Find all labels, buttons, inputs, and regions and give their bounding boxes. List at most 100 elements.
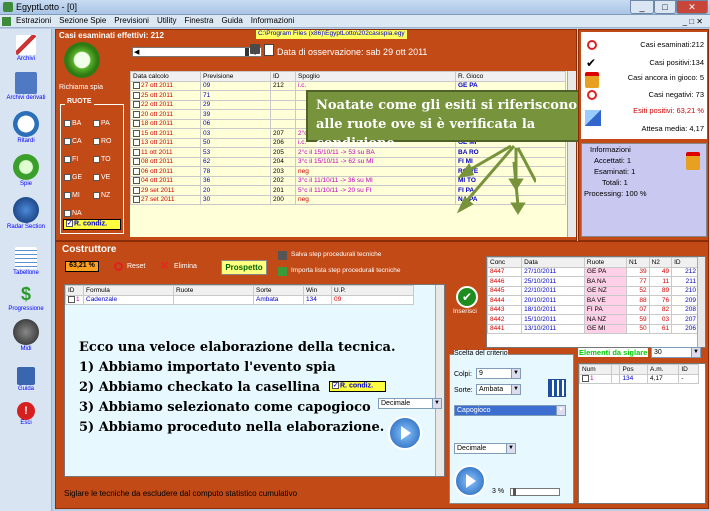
row-checkbox[interactable] — [133, 158, 140, 166]
col-up[interactable]: U.P. — [331, 285, 414, 296]
sidebar-item-radar[interactable]: Radar Section — [0, 197, 52, 230]
ruota-checkbox-ba[interactable]: BA — [64, 115, 93, 133]
save-icon[interactable] — [250, 44, 260, 54]
delete-icon[interactable]: ✕ — [160, 259, 169, 272]
menu-finestra[interactable]: Finestra — [181, 15, 218, 26]
row-checkbox[interactable] — [133, 129, 140, 137]
sidebar-item-guida[interactable]: Guida — [0, 367, 52, 392]
row-checkbox[interactable] — [133, 91, 140, 99]
table-row[interactable]: 8442 15/10/2011 NA NZ 59 03 207 — [487, 314, 699, 325]
sidebar-item-ritardi[interactable]: Ritardi — [0, 111, 52, 144]
prospetto-button[interactable]: Prospetto — [221, 260, 267, 275]
col-id[interactable]: ID — [671, 257, 699, 268]
menu-guida[interactable]: Guida — [217, 15, 246, 26]
ruota-checkbox-nz[interactable]: NZ — [93, 187, 122, 205]
row-checkbox[interactable] — [133, 82, 140, 90]
ruota-checkbox-mi[interactable]: MI — [64, 187, 93, 205]
menu-informazioni[interactable]: Informazioni — [247, 15, 299, 26]
col-formula[interactable]: Formula — [83, 285, 174, 296]
ruota-checkbox-pa[interactable]: PA — [93, 115, 122, 133]
close-button[interactable]: ✕ — [676, 0, 708, 14]
col-num[interactable]: Num — [579, 364, 612, 375]
rcondiz-checkbox[interactable]: ✓ R. condiz. — [63, 219, 121, 230]
col-ruote[interactable]: Ruote — [173, 285, 254, 296]
mdi-window-controls[interactable]: _ □ ✕ — [679, 16, 707, 27]
menu-estrazioni[interactable]: Estrazioni — [12, 15, 55, 26]
decimale-select-demo[interactable]: Decimale ▼ — [378, 398, 442, 409]
inserisci-button[interactable]: ✔ — [456, 286, 478, 308]
richiama-spia-button[interactable] — [64, 42, 100, 78]
col-id[interactable]: ID — [270, 71, 296, 82]
ruota-checkbox-fi[interactable]: FI — [64, 151, 93, 169]
row-checkbox[interactable] — [133, 177, 140, 185]
navigation-slider[interactable]: ◀ ▶ — [132, 47, 262, 57]
ruota-checkbox-ro[interactable]: RO — [93, 133, 122, 151]
menu-previsioni[interactable]: Previsioni — [110, 15, 153, 26]
row-checkbox[interactable] — [133, 110, 140, 118]
row-checkbox[interactable] — [133, 139, 140, 147]
col-conc[interactable]: Conc — [487, 257, 523, 268]
capogioco-select[interactable]: Capogioco ▼ — [454, 405, 566, 416]
colpi-select[interactable]: 9 ▼ — [476, 368, 521, 379]
conc-scrollbar[interactable] — [697, 257, 705, 347]
table-row[interactable]: 8441 13/10/2011 GE MI 50 61 206 — [487, 323, 699, 334]
col-data[interactable]: Data — [521, 257, 585, 268]
menu-sezione-spie[interactable]: Sezione Spie — [55, 15, 110, 26]
menu-utility[interactable]: Utility — [153, 15, 181, 26]
sidebar-item-progressione[interactable]: $ Progressione — [0, 284, 52, 312]
sidebar-item-spie[interactable]: Spie — [0, 154, 52, 187]
elimina-button[interactable]: Elimina — [174, 263, 197, 270]
col-am[interactable]: A.m. — [647, 364, 680, 375]
col-id[interactable]: ID — [678, 364, 699, 375]
sidebar-item-archivi-derivati[interactable]: Archivi derivati — [0, 72, 52, 101]
reset-button[interactable]: Reset — [127, 263, 145, 270]
col-n2[interactable]: N2 — [648, 257, 673, 268]
col-data-calcolo[interactable]: Data calcolo — [130, 71, 201, 82]
row-checkbox[interactable] — [133, 186, 140, 194]
salva-step-button[interactable]: Salva step procedurali tecniche — [291, 251, 381, 258]
row-checkbox[interactable] — [133, 101, 140, 109]
col-id[interactable]: ID — [65, 285, 84, 296]
sorte-select[interactable]: Ambata ▼ — [476, 384, 521, 395]
importa-step-button[interactable]: Importa lista step procedurali tecniche — [291, 267, 400, 274]
table-row[interactable]: 8443 18/10/2011 FI PA 07 82 208 — [487, 304, 699, 315]
col-sorte[interactable]: Sorte — [253, 285, 304, 296]
reset-icon[interactable] — [114, 262, 123, 271]
col-r-gioco[interactable]: R. Gioco — [455, 71, 566, 82]
document-icon[interactable] — [264, 44, 274, 56]
maximize-button[interactable]: □ — [654, 0, 676, 14]
col-pos[interactable]: Pos — [619, 364, 649, 375]
table-row[interactable]: 8444 20/10/2011 BA VE 88 76 209 — [487, 295, 699, 306]
row-checkbox[interactable] — [133, 148, 140, 156]
ruota-checkbox-ca[interactable]: CA — [64, 133, 93, 151]
import-icon[interactable] — [278, 267, 287, 276]
row-checkbox[interactable] — [133, 120, 140, 128]
run-play-button[interactable] — [454, 465, 486, 497]
sidebar-item-esci[interactable]: ! Esci — [0, 402, 52, 426]
sidebar-item-tabellone[interactable]: Tabellone — [0, 247, 52, 276]
sidebar-item-archivi[interactable]: Archivi — [0, 35, 52, 62]
col-win[interactable]: Win — [303, 285, 332, 296]
grid-icon[interactable] — [548, 379, 566, 397]
table-row[interactable]: 8446 25/10/2011 BA NA 77 11 211 — [487, 276, 699, 287]
row-checkbox[interactable] — [133, 196, 140, 204]
row-checkbox[interactable] — [133, 167, 140, 175]
table-row[interactable]: 8447 27/10/2011 GE PA 39 49 212 — [487, 266, 699, 277]
save-step-icon[interactable] — [278, 251, 287, 260]
ruota-checkbox-to[interactable]: TO — [93, 151, 122, 169]
table-row[interactable]: 1 134 4,17 - — [579, 373, 699, 384]
sidebar-item-midi[interactable]: Midi — [0, 319, 52, 352]
slider-thumb[interactable] — [245, 48, 249, 56]
col-ruote[interactable]: Ruote — [583, 257, 628, 268]
elementi-select[interactable]: 30 ▼ — [651, 347, 701, 358]
col-spoglio[interactable]: Spoglio — [295, 71, 456, 82]
table-row[interactable]: 8445 22/10/2011 GE NZ 52 89 210 — [487, 285, 699, 296]
col-previsione[interactable]: Previsione — [200, 71, 271, 82]
table-row[interactable]: 1 Cadenzale Ambata 134 09 — [65, 294, 414, 305]
ruota-checkbox-ve[interactable]: VE — [93, 169, 122, 187]
criterio-slider[interactable] — [510, 488, 560, 496]
decimale-select[interactable]: Decimale ▼ — [454, 443, 516, 454]
col-n1[interactable]: N1 — [626, 257, 650, 268]
ruota-checkbox-ge[interactable]: GE — [64, 169, 93, 187]
minimize-button[interactable]: _ — [630, 0, 654, 14]
